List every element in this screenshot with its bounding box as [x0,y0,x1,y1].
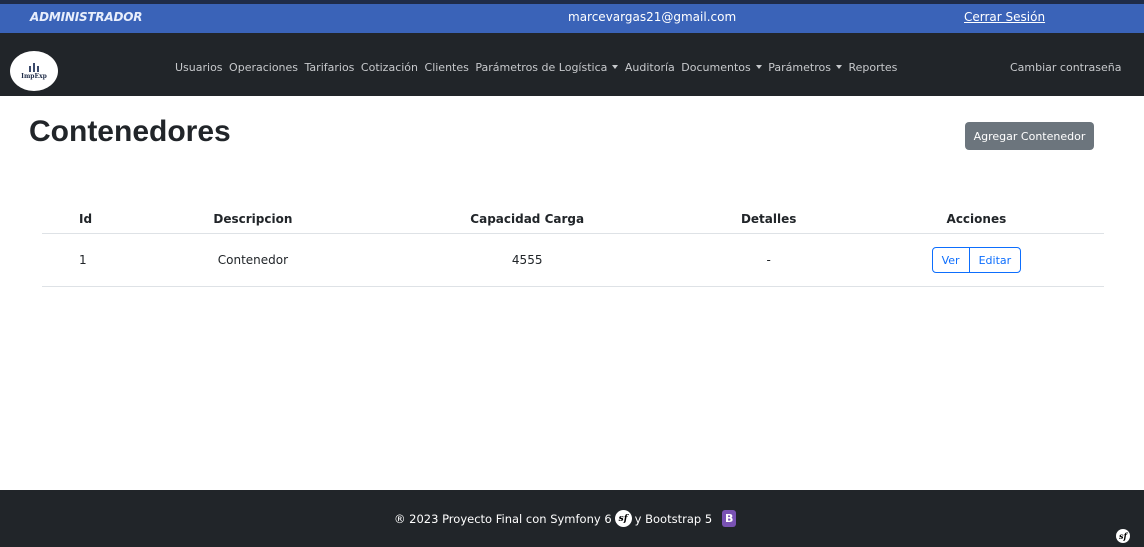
symfony-toolbar-icon[interactable]: sf [1116,529,1130,543]
footer-text: ® 2023 Proyecto Final con Symfony 6 sf y… [394,510,737,527]
column-header-descripcion: Descripcion [140,205,366,234]
nav-menu: Usuarios Operaciones Tarifarios Cotizaci… [175,61,904,74]
cell-capacidad: 4555 [365,233,689,287]
column-header-acciones: Acciones [848,205,1104,234]
user-email: marcevargas21@gmail.com [568,10,737,24]
column-header-capacidad: Capacidad Carga [365,205,689,234]
user-role: ADMINISTRADOR [30,10,143,24]
nav-item-cotizacion[interactable]: Cotización [361,61,418,74]
nav-item-operaciones[interactable]: Operaciones [229,61,298,74]
chevron-down-icon [755,65,762,69]
nav-item-clientes[interactable]: Clientes [425,61,469,74]
cell-acciones: Ver Editar [848,233,1104,287]
footer: ® 2023 Proyecto Final con Symfony 6 sf y… [0,490,1144,547]
building-icon [28,62,40,72]
change-password-link[interactable]: Cambiar contraseña [1010,61,1121,74]
containers-table: Id Descripcion Capacidad Carga Detalles … [42,205,1104,287]
cell-descripcion: Contenedor [140,233,366,287]
nav-item-reportes[interactable]: Reportes [848,61,897,74]
nav-item-documentos[interactable]: Documentos [681,61,762,74]
nav-item-usuarios[interactable]: Usuarios [175,61,223,74]
nav-item-parametros-logistica[interactable]: Parámetros de Logística [475,61,619,74]
bootstrap-icon: B [722,510,737,527]
chevron-down-icon [835,65,842,69]
logo-text: ImpExp [21,72,47,80]
main-navbar: ImpExp Usuarios Operaciones Tarifarios C… [0,33,1144,96]
table-header-row: Id Descripcion Capacidad Carga Detalles … [42,205,1104,234]
edit-button[interactable]: Editar [968,247,1022,273]
column-header-detalles: Detalles [688,205,849,234]
page-title: Contenedores [29,115,231,148]
top-bar: ADMINISTRADOR marcevargas21@gmail.com Ce… [0,0,1144,33]
nav-item-tarifarios[interactable]: Tarifarios [305,61,355,74]
add-container-button[interactable]: Agregar Contenedor [965,122,1094,150]
footer-text-start: ® 2023 Proyecto Final con Symfony 6 [394,511,612,526]
cell-id: 1 [42,233,140,287]
symfony-icon: sf [614,510,632,527]
chevron-down-icon [612,65,619,69]
footer-text-end: y Bootstrap 5 [634,511,713,526]
cell-detalles: - [688,233,849,287]
column-header-id: Id [42,205,140,234]
row-actions: Ver Editar [931,247,1022,273]
view-button[interactable]: Ver [931,247,970,273]
nav-item-auditoria[interactable]: Auditoría [625,61,675,74]
logout-link[interactable]: Cerrar Sesión [964,10,1045,24]
nav-item-parametros[interactable]: Parámetros [768,61,842,74]
table-row: 1 Contenedor 4555 - Ver Editar [42,233,1104,287]
impexp-logo[interactable]: ImpExp [10,51,58,91]
